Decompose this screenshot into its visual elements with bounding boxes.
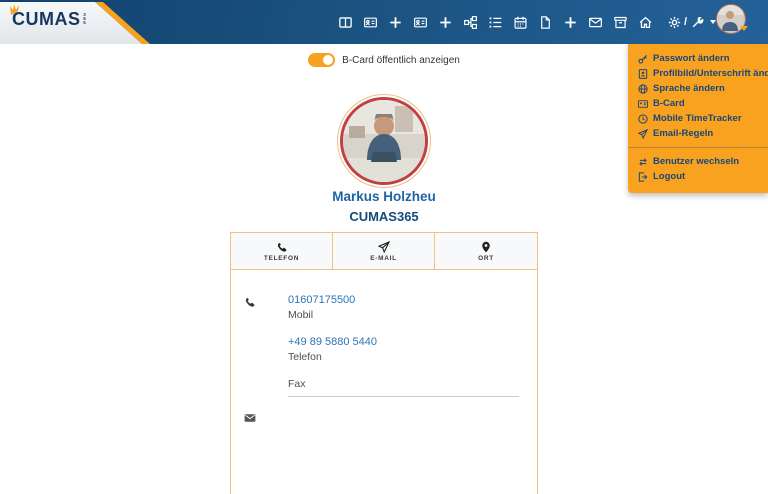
gear-icon [667, 15, 681, 29]
menu-item-benutzer-wechseln[interactable]: Benutzer wechseln [628, 154, 768, 169]
menu-item-label: Benutzer wechseln [653, 157, 739, 167]
mobile-number-link[interactable]: 01607175500 [288, 294, 519, 306]
address-card-icon[interactable] [363, 15, 377, 29]
menu-item-logout[interactable]: Logout [628, 169, 768, 184]
plus-icon[interactable] [438, 15, 452, 29]
menu-item-label: Logout [653, 172, 685, 182]
tab-label: ORT [478, 255, 494, 262]
menu-item-email-regeln[interactable]: Email-Regeln [628, 126, 768, 141]
archive-icon[interactable] [613, 15, 627, 29]
menu-item-label: Mobile TimeTracker [653, 114, 742, 124]
phone-section-row: 01607175500 Mobil +49 89 5880 5440 Telef… [231, 294, 537, 397]
brand-glyph-icon [10, 3, 24, 21]
globe-icon [638, 84, 648, 94]
phone-icon [276, 241, 288, 253]
sitemap-icon[interactable] [463, 15, 477, 29]
tab-telefon[interactable]: TELEFON [231, 233, 333, 269]
portrait-icon [638, 69, 648, 79]
menu-item-label: Passwort ändern [653, 54, 730, 64]
fax-label: Fax [288, 378, 519, 390]
exchange-icon [638, 157, 648, 167]
tab-label: E-MAIL [370, 255, 397, 262]
menu-item-mobile-timetracker[interactable]: Mobile TimeTracker [628, 111, 768, 126]
envelope-icon[interactable] [588, 15, 602, 29]
mobile-label: Mobil [288, 309, 519, 321]
menu-item-label: B-Card [653, 99, 685, 109]
clock-icon [638, 114, 648, 124]
brand-suffix: 365 [82, 12, 87, 27]
bcard-panel: TELEFON E-MAIL ORT 01607175500 Mobil +49… [230, 232, 538, 494]
navbar-icon-bar: / [338, 0, 716, 44]
list-icon[interactable] [488, 15, 502, 29]
tab-label: TELEFON [264, 255, 299, 262]
marker-icon [480, 241, 492, 253]
columns-icon[interactable] [338, 15, 352, 29]
address-card-icon [638, 99, 648, 109]
bcard-body: 01607175500 Mobil +49 89 5880 5440 Telef… [230, 270, 538, 494]
wrench-icon [690, 15, 704, 29]
bcard-public-toggle-label: B-Card öffentlich anzeigen [342, 55, 460, 66]
logout-icon [638, 172, 648, 182]
tools-separator: / [684, 16, 687, 28]
menu-item-label: Email-Regeln [653, 129, 713, 139]
phone-entries: 01607175500 Mobil +49 89 5880 5440 Telef… [288, 294, 519, 397]
file-icon[interactable] [538, 15, 552, 29]
envelope-icon [244, 411, 257, 429]
paper-plane-icon [378, 241, 390, 253]
paper-plane-icon [638, 129, 648, 139]
tab-email[interactable]: E-MAIL [333, 233, 435, 269]
plus-icon[interactable] [563, 15, 577, 29]
user-dropdown-menu: Passwort ändern Profilbild/Unterschrift … [628, 44, 768, 193]
email-section-row [231, 410, 537, 429]
menu-item-label: Profilbild/Unterschrift ändern [653, 69, 768, 79]
profile-photo[interactable] [340, 97, 428, 185]
fax-underline [288, 396, 519, 397]
avatar-caret-icon[interactable] [740, 26, 748, 31]
home-icon[interactable] [638, 15, 652, 29]
menu-item-profilbild[interactable]: Profilbild/Unterschrift ändern [628, 66, 768, 81]
profile-company: CUMAS365 [0, 209, 768, 224]
calendar-icon[interactable] [513, 15, 527, 29]
address-card-icon[interactable] [413, 15, 427, 29]
menu-item-bcard[interactable]: B-Card [628, 96, 768, 111]
menu-separator [628, 147, 768, 148]
bcard-public-toggle[interactable] [308, 53, 335, 67]
top-navbar: CUMAS 365 [0, 0, 768, 44]
settings-dropdown[interactable]: / [667, 15, 716, 29]
menu-item-sprache[interactable]: Sprache ändern [628, 81, 768, 96]
phone-icon [244, 295, 257, 313]
bcard-tabs: TELEFON E-MAIL ORT [230, 232, 538, 270]
menu-item-passwort-aendern[interactable]: Passwort ändern [628, 51, 768, 66]
plus-icon[interactable] [388, 15, 402, 29]
phone-number-link[interactable]: +49 89 5880 5440 [288, 336, 519, 348]
key-icon [638, 54, 648, 64]
phone-label: Telefon [288, 351, 519, 363]
menu-item-label: Sprache ändern [653, 84, 725, 94]
tab-ort[interactable]: ORT [435, 233, 537, 269]
